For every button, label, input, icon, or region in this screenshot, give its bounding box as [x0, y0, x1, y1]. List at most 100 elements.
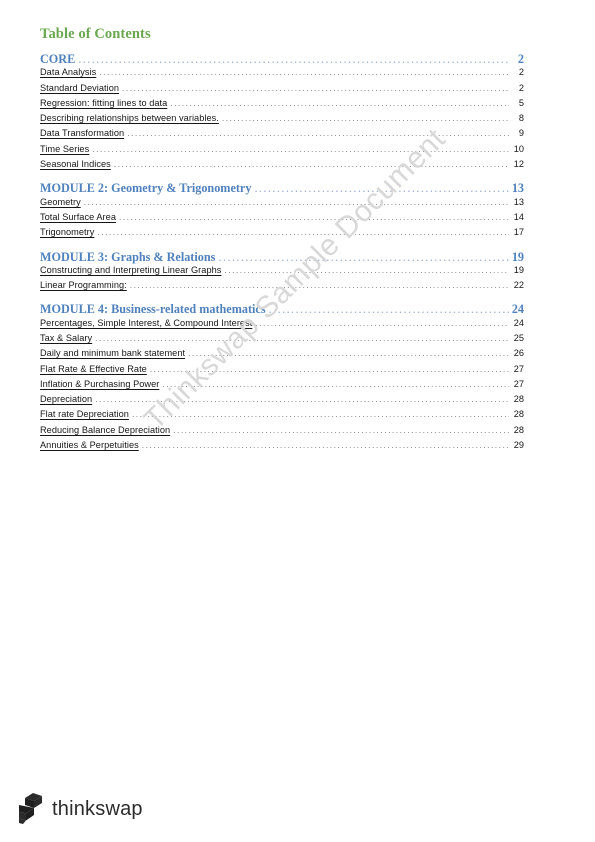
toc-entry[interactable]: CORE....................................… [40, 52, 524, 67]
toc-entry[interactable]: Depreciation............................… [40, 394, 524, 409]
toc-dot-leader: ........................................… [129, 280, 509, 291]
toc-entry-page-number[interactable]: 27 [511, 364, 524, 374]
toc-entry-page-number[interactable]: 29 [511, 440, 524, 450]
toc-section-gap [40, 174, 524, 181]
toc-entry-label[interactable]: Inflation & Purchasing Power [40, 379, 159, 389]
toc-entry-label[interactable]: Regression: fitting lines to data [40, 98, 167, 108]
toc-entry[interactable]: Inflation & Purchasing Power............… [40, 379, 524, 394]
toc-entry-page-number[interactable]: 17 [511, 227, 524, 237]
table-of-contents: Table of Contents CORE..................… [40, 26, 524, 455]
toc-entry-label[interactable]: Data Analysis [40, 67, 96, 77]
toc-entry[interactable]: Annuities & Perpetuities................… [40, 440, 524, 455]
toc-entry-label[interactable]: MODULE 2: Geometry & Trigonometry [40, 181, 251, 196]
thinkswap-wordmark: thinkswap [52, 797, 143, 820]
toc-entry-page-number[interactable]: 9 [511, 128, 524, 138]
toc-dot-leader: ........................................… [218, 249, 509, 264]
toc-entry[interactable]: Geometry................................… [40, 197, 524, 212]
footer-branding: thinkswap [16, 793, 143, 824]
toc-dot-leader: ........................................… [99, 67, 509, 78]
toc-entry[interactable]: MODULE 2: Geometry & Trigonometry.......… [40, 181, 524, 196]
toc-entry[interactable]: MODULE 3: Graphs & Relations............… [40, 250, 524, 265]
toc-entry-page-number[interactable]: 8 [511, 113, 524, 123]
thinkswap-s-mark-icon [16, 793, 43, 824]
toc-entry-label[interactable]: Percentages, Simple Interest, & Compound… [40, 318, 252, 328]
toc-entry-page-number[interactable]: 2 [511, 52, 524, 67]
toc-entry[interactable]: Total Surface Area......................… [40, 212, 524, 227]
toc-entry[interactable]: MODULE 4: Business-related mathematics..… [40, 302, 524, 317]
toc-dot-leader: ........................................… [170, 97, 509, 108]
toc-dot-leader: ........................................… [268, 302, 509, 317]
toc-entry-page-number[interactable]: 13 [511, 181, 524, 196]
toc-entry[interactable]: Regression: fitting lines to data.......… [40, 98, 524, 113]
toc-dot-leader: ........................................… [78, 51, 509, 66]
toc-entry-page-number[interactable]: 2 [511, 67, 524, 77]
toc-entry-page-number[interactable]: 26 [511, 348, 524, 358]
toc-entry-page-number[interactable]: 13 [511, 197, 524, 207]
toc-entry[interactable]: Reducing Balance Depreciation...........… [40, 425, 524, 440]
toc-entry[interactable]: Time Series.............................… [40, 144, 524, 159]
toc-entry-label[interactable]: MODULE 4: Business-related mathematics [40, 302, 266, 317]
toc-dot-leader: ........................................… [83, 196, 509, 207]
toc-entry-page-number[interactable]: 14 [511, 212, 524, 222]
toc-entry-label[interactable]: Seasonal Indices [40, 159, 111, 169]
toc-entry-page-number[interactable]: 27 [511, 379, 524, 389]
toc-entry[interactable]: Seasonal Indices........................… [40, 159, 524, 174]
toc-entry-label[interactable]: CORE [40, 52, 75, 67]
toc-entry-label[interactable]: Flat rate Depreciation [40, 409, 129, 419]
toc-entry[interactable]: Daily and minimum bank statement........… [40, 348, 524, 363]
toc-entry-page-number[interactable]: 28 [511, 394, 524, 404]
toc-entry-page-number[interactable]: 2 [511, 83, 524, 93]
toc-entry-label[interactable]: Linear Programming: [40, 280, 127, 290]
toc-entry-label[interactable]: Tax & Salary [40, 333, 92, 343]
toc-entry-page-number[interactable]: 19 [511, 265, 524, 275]
toc-entry-page-number[interactable]: 19 [511, 250, 524, 265]
toc-entry[interactable]: Percentages, Simple Interest, & Compound… [40, 318, 524, 333]
toc-entry-page-number[interactable]: 28 [511, 409, 524, 419]
toc-dot-leader: ........................................… [141, 440, 509, 451]
toc-entry[interactable]: Describing relationships between variabl… [40, 113, 524, 128]
toc-entry[interactable]: Flat Rate & Effective Rate..............… [40, 364, 524, 379]
toc-dot-leader: ........................................… [162, 378, 509, 389]
toc-entry-label[interactable]: Constructing and Interpreting Linear Gra… [40, 265, 221, 275]
toc-dot-leader: ........................................… [255, 317, 509, 328]
toc-dot-leader: ........................................… [131, 409, 509, 420]
toc-entry-label[interactable]: Flat Rate & Effective Rate [40, 364, 147, 374]
toc-dot-leader: ........................................… [113, 159, 509, 170]
toc-entry-page-number[interactable]: 10 [511, 144, 524, 154]
toc-entry-page-number[interactable]: 22 [511, 280, 524, 290]
toc-entry[interactable]: Data Analysis...........................… [40, 67, 524, 82]
toc-entry-label[interactable]: Total Surface Area [40, 212, 116, 222]
toc-dot-leader: ........................................… [95, 332, 509, 343]
toc-entry-label[interactable]: Daily and minimum bank statement [40, 348, 185, 358]
toc-entry-label[interactable]: Trigonometry [40, 227, 94, 237]
toc-entry-label[interactable]: Reducing Balance Depreciation [40, 425, 170, 435]
toc-entry-page-number[interactable]: 25 [511, 333, 524, 343]
toc-entry[interactable]: Linear Programming:.....................… [40, 280, 524, 295]
toc-entry-label[interactable]: MODULE 3: Graphs & Relations [40, 250, 215, 265]
toc-dot-leader: ........................................… [95, 394, 509, 405]
toc-section-gap [40, 243, 524, 250]
toc-dot-leader: ........................................… [118, 211, 509, 222]
toc-dot-leader: ........................................… [97, 227, 509, 238]
toc-entry-label[interactable]: Annuities & Perpetuities [40, 440, 139, 450]
toc-entry[interactable]: Trigonometry............................… [40, 227, 524, 242]
toc-entry-page-number[interactable]: 12 [511, 159, 524, 169]
toc-section-gap [40, 295, 524, 302]
toc-entry-page-number[interactable]: 28 [511, 425, 524, 435]
toc-entry-label[interactable]: Depreciation [40, 394, 92, 404]
toc-entry[interactable]: Standard Deviation......................… [40, 83, 524, 98]
toc-entry-list: CORE....................................… [40, 52, 524, 455]
toc-entry-page-number[interactable]: 24 [511, 302, 524, 317]
toc-entry[interactable]: Data Transformation.....................… [40, 128, 524, 143]
toc-entry[interactable]: Flat rate Depreciation..................… [40, 409, 524, 424]
toc-entry-label[interactable]: Data Transformation [40, 128, 124, 138]
toc-entry-label[interactable]: Geometry [40, 197, 81, 207]
toc-entry-page-number[interactable]: 24 [511, 318, 524, 328]
toc-entry[interactable]: Tax & Salary............................… [40, 333, 524, 348]
toc-entry-label[interactable]: Time Series [40, 144, 89, 154]
toc-dot-leader: ........................................… [122, 82, 509, 93]
toc-entry-page-number[interactable]: 5 [511, 98, 524, 108]
toc-entry[interactable]: Constructing and Interpreting Linear Gra… [40, 265, 524, 280]
toc-entry-label[interactable]: Standard Deviation [40, 83, 119, 93]
toc-entry-label[interactable]: Describing relationships between variabl… [40, 113, 219, 123]
